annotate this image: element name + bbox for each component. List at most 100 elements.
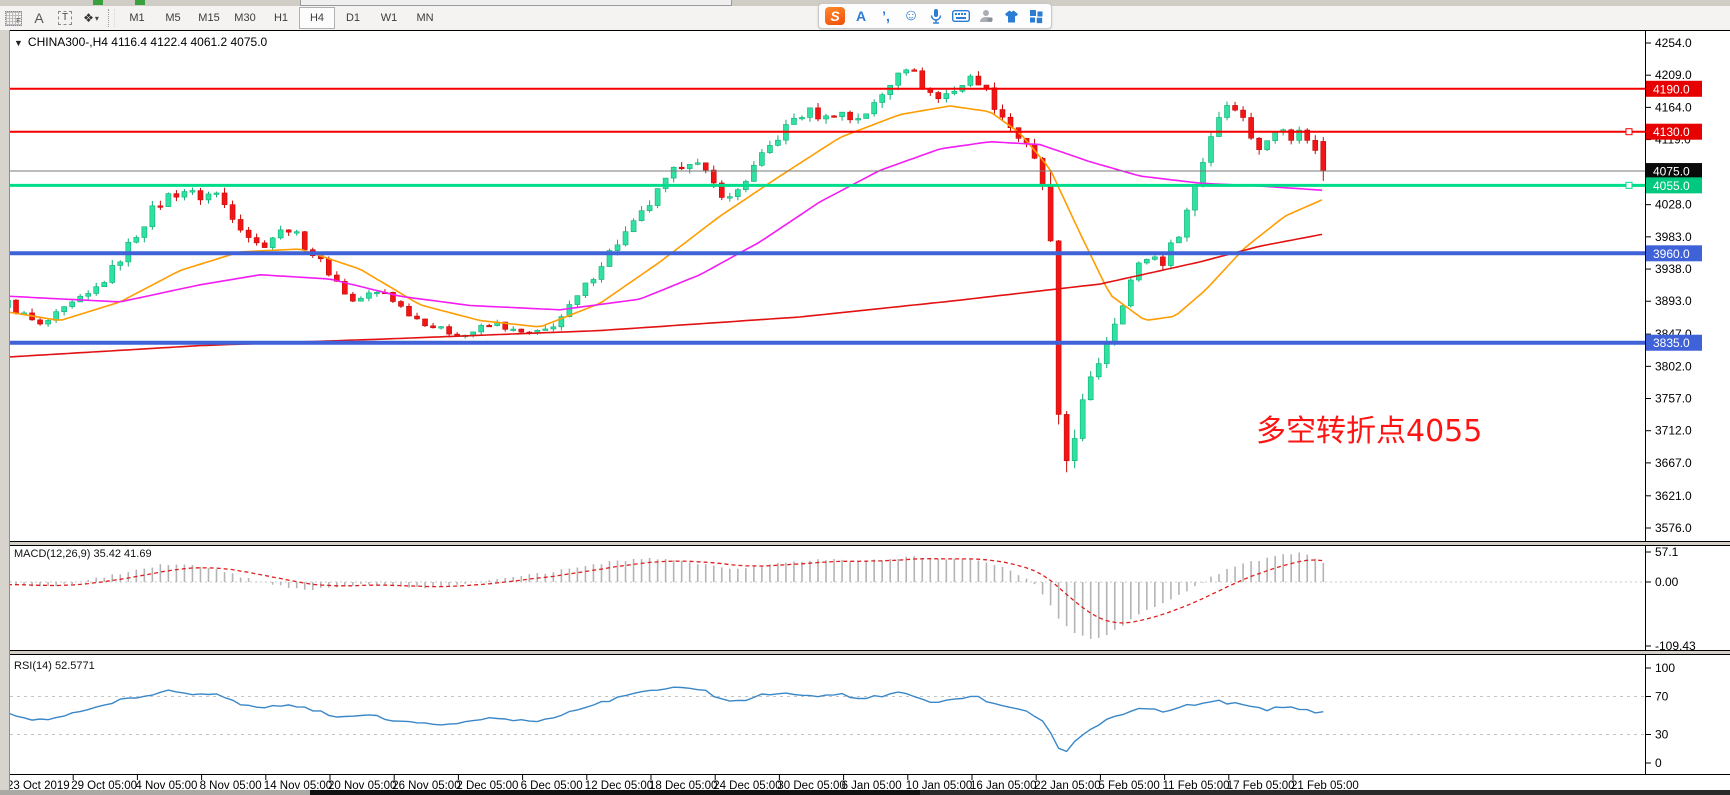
candle-body <box>1209 137 1214 163</box>
price-axis-label: 3621.0 <box>1655 489 1692 503</box>
rsi-panel[interactable] <box>9 654 1730 774</box>
candle-body <box>1088 377 1093 400</box>
candle-body <box>856 118 861 120</box>
candle-body <box>270 238 275 248</box>
candle-body <box>543 329 548 331</box>
candle-body <box>1321 141 1326 171</box>
candle-body <box>639 211 644 221</box>
candle-body <box>46 320 51 324</box>
candle-body <box>647 206 652 211</box>
rsi-axis-label: 100 <box>1655 661 1675 675</box>
candle-body <box>1249 117 1254 138</box>
candle-body <box>551 327 556 329</box>
candle-body <box>840 112 845 117</box>
candle-body <box>254 238 259 243</box>
candle-body <box>775 140 780 145</box>
panel-splitter[interactable] <box>10 542 1730 545</box>
candle-body <box>687 164 692 168</box>
price-axis-label: 3802.0 <box>1655 359 1692 373</box>
candle-body <box>286 230 291 232</box>
candle-body <box>1313 140 1318 150</box>
candle-body <box>759 153 764 166</box>
candle-body <box>671 167 676 178</box>
candle-body <box>14 300 19 313</box>
candle-body <box>1072 438 1077 460</box>
candle-body <box>1064 414 1069 460</box>
candle-body <box>832 116 837 118</box>
candle-body <box>358 298 363 301</box>
candle-body <box>262 243 267 248</box>
candle-body <box>791 118 796 124</box>
candle-body <box>94 287 99 294</box>
candle-body <box>751 165 756 181</box>
candle-body <box>599 267 604 280</box>
candle-body <box>487 325 492 327</box>
candle-body <box>1144 259 1149 263</box>
candle-body <box>767 145 772 152</box>
candle-body <box>1192 186 1197 210</box>
candle-body <box>190 191 195 193</box>
candle-body <box>727 197 732 199</box>
candle-body <box>238 219 243 230</box>
price-axis-label: 4254.0 <box>1655 36 1692 50</box>
price-tag-label: 3960.0 <box>1653 247 1690 261</box>
candle-body <box>912 70 917 72</box>
candle-body <box>142 227 147 238</box>
price-tag-label: 4055.0 <box>1653 179 1690 193</box>
candle-body <box>799 117 804 119</box>
candle-body <box>944 94 949 99</box>
candle-body <box>1233 105 1238 110</box>
candle-body <box>1136 263 1141 280</box>
main-price-panel[interactable] <box>9 30 1730 541</box>
candle-body <box>158 206 163 208</box>
candle-body <box>423 319 428 326</box>
rsi-axis-label: 30 <box>1655 728 1669 742</box>
price-axis-label: 4028.0 <box>1655 198 1692 212</box>
macd-axis-label: -109.43 <box>1655 639 1696 653</box>
annotation-text[interactable]: 多空转折点4055 <box>1256 406 1482 450</box>
candle-body <box>1080 400 1085 439</box>
candle-body <box>631 221 636 232</box>
candle-body <box>968 76 973 85</box>
candle-body <box>888 85 893 94</box>
price-axis-label: 3667.0 <box>1655 456 1692 470</box>
candle-body <box>479 325 484 332</box>
candle-body <box>1120 306 1125 324</box>
candle-body <box>182 192 187 198</box>
chart-title-caret-icon[interactable]: ▼ <box>14 38 23 48</box>
candle-body <box>166 194 171 207</box>
candle-body <box>976 76 981 85</box>
candle-body <box>679 167 684 169</box>
hline-handle[interactable] <box>1626 182 1632 188</box>
price-axis-label: 3893.0 <box>1655 294 1692 308</box>
chart-canvas[interactable]: 4254.04209.04164.04119.04028.03983.03938… <box>0 0 1730 795</box>
candle-body <box>150 206 155 227</box>
candle-body <box>134 237 139 242</box>
candle-body <box>1048 185 1053 241</box>
price-axis-label: 3983.0 <box>1655 230 1692 244</box>
candle-body <box>278 230 283 238</box>
candle-body <box>1152 257 1157 259</box>
candle-body <box>808 108 813 118</box>
window-left-edge <box>0 30 10 790</box>
price-tag-label: 4190.0 <box>1653 82 1690 96</box>
background-bottom-strip <box>0 790 1730 795</box>
chart-svg[interactable]: 4254.04209.04164.04119.04028.03983.03938… <box>0 0 1730 795</box>
candle-body <box>816 108 821 119</box>
candle-body <box>1160 257 1165 266</box>
candle-body <box>118 262 123 266</box>
candle-body <box>1096 364 1101 377</box>
candle-body <box>703 163 708 170</box>
candle-body <box>591 279 596 283</box>
candle-body <box>695 163 700 165</box>
candle-body <box>1112 324 1117 343</box>
panel-splitter[interactable] <box>10 651 1730 654</box>
candle-body <box>848 112 853 120</box>
candle-body <box>936 93 941 99</box>
candle-body <box>70 302 75 307</box>
price-axis-label: 4209.0 <box>1655 68 1692 82</box>
macd-panel[interactable] <box>9 545 1730 650</box>
candle-body <box>1265 141 1270 150</box>
hline-handle[interactable] <box>1626 129 1632 135</box>
candle-body <box>38 320 43 324</box>
